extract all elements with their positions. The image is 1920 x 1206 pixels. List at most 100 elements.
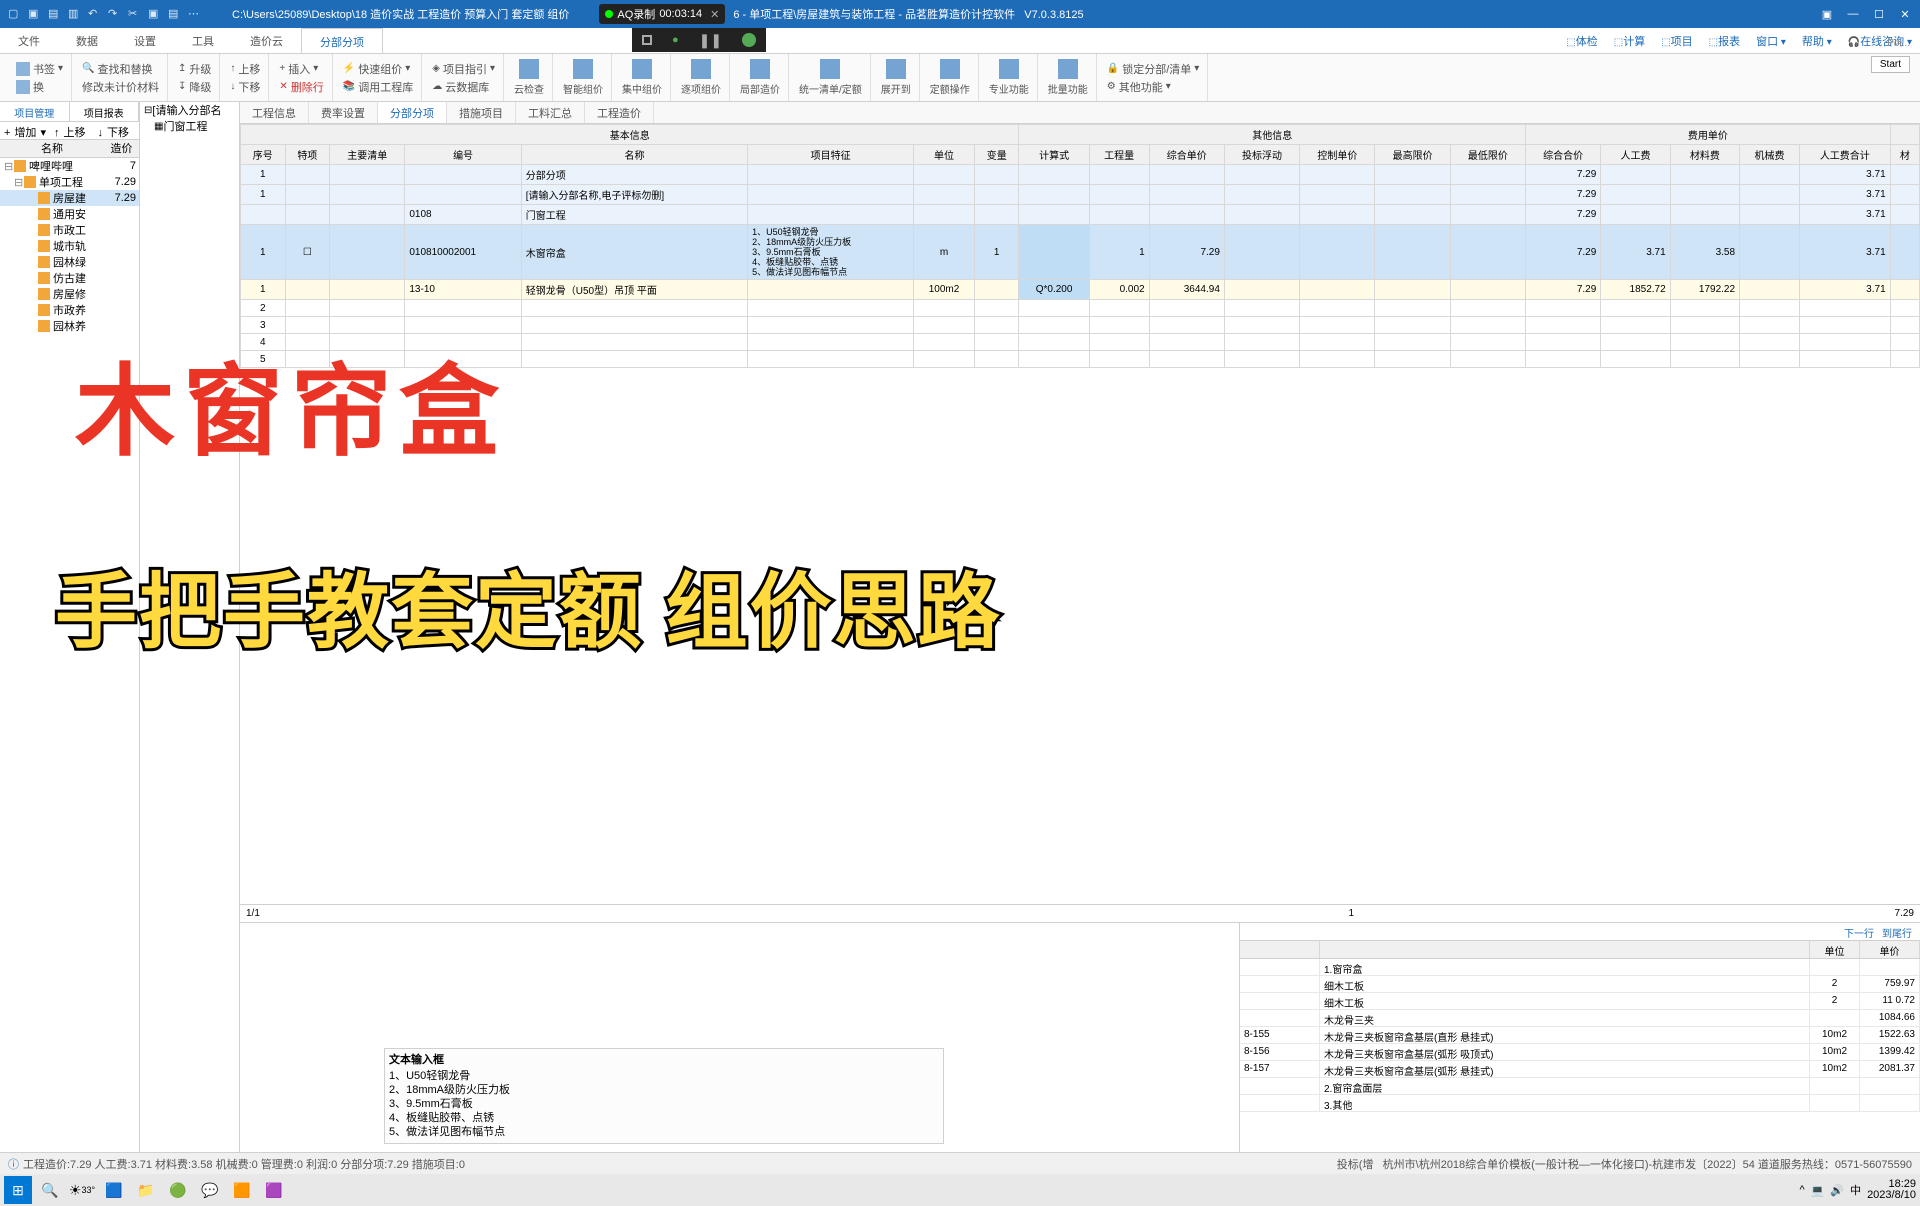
menu-help[interactable]: 帮助 ▾ xyxy=(1794,28,1840,53)
open-icon[interactable]: ▣ xyxy=(28,7,42,21)
quickgroup-button[interactable]: ⚡快速组价 ▾ xyxy=(343,61,413,77)
find-button[interactable]: 🔍查找和替换 xyxy=(82,61,159,77)
tree-row[interactable]: 市政工 xyxy=(0,222,139,238)
lock-button[interactable]: 🔒锁定分部/清单 ▾ xyxy=(1107,61,1200,77)
subtab[interactable]: 工料汇总 xyxy=(516,102,585,123)
tab-project-report[interactable]: 项目报表 xyxy=(70,102,140,121)
tray-sound-icon[interactable]: 🔊 xyxy=(1830,1184,1844,1197)
unified-button[interactable]: 统一清单/定额 xyxy=(791,54,871,101)
footer-right[interactable] xyxy=(1360,905,1920,922)
bookmark-button[interactable]: 书签 ▾ xyxy=(16,61,63,77)
menu-subdivision[interactable]: 分部分项 xyxy=(301,28,383,53)
grid-row[interactable]: 0108门窗工程7.293.71 xyxy=(241,205,1920,225)
menu-window[interactable]: 窗口 ▾ xyxy=(1748,28,1794,53)
guide-button[interactable]: ◈项目指引 ▾ xyxy=(432,61,495,77)
subtab[interactable]: 分部分项 xyxy=(378,102,447,123)
swap-button[interactable]: 换 xyxy=(16,79,63,95)
minimize-icon[interactable]: — xyxy=(1846,8,1860,21)
clock[interactable]: 18:29 2023/8/10 xyxy=(1867,1179,1916,1201)
up-button[interactable]: ↑上移 xyxy=(50,122,94,139)
grid-row[interactable]: 1[请输入分部名称,电子评标勿删]7.293.71 xyxy=(241,185,1920,205)
quotaop-button[interactable]: 定额操作 xyxy=(922,54,979,101)
new-icon[interactable]: ▢ xyxy=(8,7,22,21)
print-icon[interactable]: ▥ xyxy=(68,7,82,21)
menu-report[interactable]: ⬚报表 xyxy=(1701,28,1748,53)
tray-ime-icon[interactable]: 中 xyxy=(1850,1182,1861,1198)
menu-cloud[interactable]: 造价云 xyxy=(232,28,301,53)
other-button[interactable]: ⚙其他功能 ▾ xyxy=(1107,79,1200,95)
text-input-box[interactable]: 文本输入框 1、U50轻钢龙骨2、18mmA级防火压力板3、9.5mm石膏板4、… xyxy=(384,1048,944,1144)
delete-button[interactable]: ✕删除行 xyxy=(279,79,323,95)
br-row[interactable]: 3.其他 xyxy=(1240,1095,1920,1112)
resume-icon[interactable]: ● xyxy=(672,34,679,46)
br-row[interactable]: 细木工板2759.97 xyxy=(1240,976,1920,993)
nav-end[interactable]: 到尾行 xyxy=(1882,925,1912,938)
tree-row[interactable]: 市政养 xyxy=(0,302,139,318)
quotalib-button[interactable]: 📚调用工程库 xyxy=(343,79,413,95)
batch-button[interactable]: 批量功能 xyxy=(1040,54,1097,101)
restore-icon[interactable]: ▣ xyxy=(1820,8,1834,21)
br-row[interactable]: 8-155木龙骨三夹板窗帘盒基层(直形 悬挂式)10m21522.63 xyxy=(1240,1027,1920,1044)
save-icon[interactable]: ▤ xyxy=(48,7,62,21)
cloudcheck-button[interactable]: 云检查 xyxy=(506,54,553,101)
mic-icon[interactable] xyxy=(742,33,756,47)
expand-button[interactable]: 展开到 xyxy=(873,54,920,101)
tab-project-mgmt[interactable]: 项目管理 xyxy=(0,102,70,121)
menu-data[interactable]: 数据 xyxy=(58,28,116,53)
subtab[interactable]: 费率设置 xyxy=(309,102,378,123)
copy-icon[interactable]: ▣ xyxy=(148,7,162,21)
grid-row[interactable]: 2 xyxy=(241,300,1920,317)
tree-row[interactable]: ⊟单项工程7.29 xyxy=(0,174,139,190)
more-icon[interactable]: ⋯ xyxy=(188,7,202,21)
menu-file[interactable]: 文件 xyxy=(0,28,58,53)
subtab[interactable]: 措施项目 xyxy=(447,102,516,123)
paste-icon[interactable]: ▤ xyxy=(168,7,182,21)
grid-row[interactable]: 113-10轻钢龙骨（U50型）吊顶 平面100m2Q*0.2000.00236… xyxy=(241,280,1920,300)
add-button[interactable]: +增加▾ xyxy=(0,122,50,139)
modify-button[interactable]: 修改未计价材料 xyxy=(82,79,159,95)
footer-mid[interactable] xyxy=(800,905,1360,922)
smartgroup-button[interactable]: 智能组价 xyxy=(555,54,612,101)
mini-item[interactable]: ▦ 门窗工程 xyxy=(140,118,239,134)
partial-button[interactable]: 局部造价 xyxy=(732,54,789,101)
close-icon[interactable]: ✕ xyxy=(1898,8,1912,21)
menu-tools[interactable]: 工具 xyxy=(174,28,232,53)
insert-button[interactable]: +插入 ▾ xyxy=(279,61,323,77)
clouddb-button[interactable]: ☁云数据库 xyxy=(432,79,495,95)
tree-row[interactable]: 通用安 xyxy=(0,206,139,222)
tree-row[interactable]: 城市轨 xyxy=(0,238,139,254)
menu-settings[interactable]: 设置 xyxy=(116,28,174,53)
subtab[interactable]: 工程信息 xyxy=(240,102,309,123)
pause-icon[interactable]: ❚❚ xyxy=(699,32,722,49)
itemgroup-button[interactable]: 逐项组价 xyxy=(673,54,730,101)
br-row[interactable]: 2.窗帘盒面层 xyxy=(1240,1078,1920,1095)
nav-next[interactable]: 下一行 xyxy=(1844,925,1874,938)
tree-row[interactable]: 园林绿 xyxy=(0,254,139,270)
subtab[interactable]: 工程造价 xyxy=(585,102,654,123)
massgroup-button[interactable]: 集中组价 xyxy=(614,54,671,101)
undo-icon[interactable]: ↶ xyxy=(88,7,102,21)
tree-row[interactable]: 仿古建 xyxy=(0,270,139,286)
br-row[interactable]: 木龙骨三夹1084.66 xyxy=(1240,1010,1920,1027)
tree-row[interactable]: 房屋修 xyxy=(0,286,139,302)
down-button[interactable]: ↓下移 xyxy=(93,122,137,139)
tray-net-icon[interactable]: 💻 xyxy=(1811,1184,1825,1197)
menu-project[interactable]: ⬚项目 xyxy=(1653,28,1700,53)
maximize-icon[interactable]: ☐ xyxy=(1872,8,1886,21)
tree-row[interactable]: ⊟啤哩哔哩7 xyxy=(0,158,139,174)
movedown-button[interactable]: ↓下移 xyxy=(230,79,260,95)
grid-row[interactable]: 1分部分项7.293.71 xyxy=(241,165,1920,185)
br-row[interactable]: 8-156木龙骨三夹板窗帘盒基层(弧形 吸顶式)10m21399.42 xyxy=(1240,1044,1920,1061)
tray-up-icon[interactable]: ^ xyxy=(1799,1184,1804,1196)
upgrade-button[interactable]: ↥升级 xyxy=(178,61,211,77)
menu-check[interactable]: ⬚体检 xyxy=(1558,28,1605,53)
tree-row[interactable]: 房屋建7.29 xyxy=(0,190,139,206)
menu-calc[interactable]: ⬚计算 xyxy=(1606,28,1653,53)
downgrade-button[interactable]: ↧降级 xyxy=(178,79,211,95)
cut-icon[interactable]: ✂ xyxy=(128,7,142,21)
redo-icon[interactable]: ↷ xyxy=(108,7,122,21)
stop-icon[interactable] xyxy=(642,35,652,45)
br-row[interactable]: 8-157木龙骨三夹板窗帘盒基层(弧形 悬挂式)10m22081.37 xyxy=(1240,1061,1920,1078)
rec-close-icon[interactable]: ✕ xyxy=(710,8,719,21)
footer-left[interactable] xyxy=(240,905,800,922)
